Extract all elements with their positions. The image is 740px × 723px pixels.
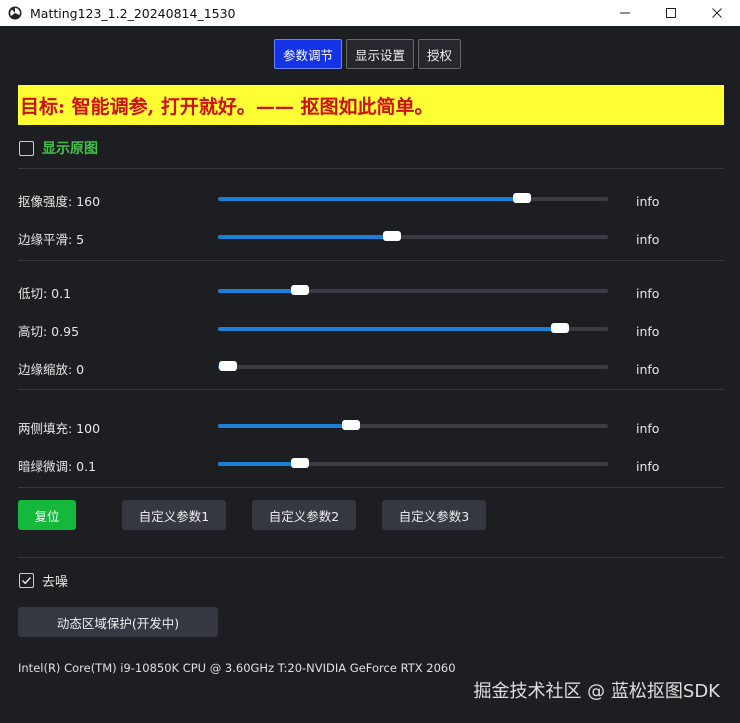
minimize-button[interactable]: [602, 0, 648, 26]
slider-label: 边缘平滑: 5: [18, 232, 85, 247]
slider-row-dark-green-tune: 暗绿微调: 0.1 info: [18, 452, 724, 476]
tab-display-settings[interactable]: 显示设置: [346, 39, 415, 69]
slider-fill: [218, 235, 392, 239]
slider-fill: [218, 289, 300, 293]
slider-row-edge-scale: 边缘缩放: 0 info: [18, 355, 724, 379]
custom-params-2-button[interactable]: 自定义参数2: [252, 500, 356, 530]
slider-thumb[interactable]: [513, 193, 532, 203]
denoise-label: 去噪: [42, 575, 69, 590]
maximize-icon: [666, 8, 676, 18]
slider-row-side-fill: 两侧填充: 100 info: [18, 414, 724, 438]
slider-thumb[interactable]: [382, 231, 401, 241]
slider-fill: [218, 424, 351, 428]
info-link[interactable]: info: [636, 232, 659, 247]
show-original-toggle[interactable]: 显示原图: [19, 138, 98, 158]
slider-track[interactable]: [218, 231, 608, 241]
slider-fill: [218, 197, 523, 201]
divider: [18, 557, 724, 558]
window-title: Matting123_1.2_20240814_1530: [30, 5, 236, 21]
slider-thumb[interactable]: [551, 323, 570, 333]
checkmark-icon: [22, 577, 32, 585]
dynamic-region-protect-button[interactable]: 动态区域保护(开发中): [18, 607, 218, 637]
divider: [18, 168, 724, 169]
tab-license[interactable]: 授权: [418, 39, 462, 69]
title-bar: Matting123_1.2_20240814_1530: [0, 0, 740, 26]
slider-label: 两侧填充: 100: [18, 421, 101, 436]
tab-bar: 参数调节 显示设置 授权: [274, 39, 462, 69]
custom-params-1-button[interactable]: 自定义参数1: [122, 500, 226, 530]
slider-row-keying-strength: 抠像强度: 160 info: [18, 187, 724, 211]
info-link[interactable]: info: [636, 362, 659, 377]
slider-thumb[interactable]: [290, 458, 309, 468]
close-button[interactable]: [694, 0, 740, 26]
close-icon: [712, 8, 722, 18]
slider-thumb[interactable]: [218, 361, 237, 371]
slider-label: 低切: 0.1: [18, 286, 72, 301]
slider-track[interactable]: [218, 420, 608, 430]
slider-track[interactable]: [218, 193, 608, 203]
app-icon: [8, 6, 22, 20]
denoise-toggle[interactable]: 去噪: [19, 571, 68, 590]
slider-label: 暗绿微调: 0.1: [18, 459, 97, 474]
slider-label: 边缘缩放: 0: [18, 362, 85, 377]
slider-track[interactable]: [218, 361, 608, 371]
divider: [18, 487, 724, 488]
goal-banner: 目标: 智能调参, 打开就好。—— 抠图如此简单。: [18, 85, 724, 125]
show-original-label: 显示原图: [42, 141, 98, 157]
show-original-checkbox[interactable]: [19, 140, 34, 156]
divider: [18, 389, 724, 390]
slider-row-low-cut: 低切: 0.1 info: [18, 279, 724, 303]
slider-thumb[interactable]: [290, 285, 309, 295]
slider-row-edge-smooth: 边缘平滑: 5 info: [18, 225, 724, 249]
minimize-icon: [620, 12, 630, 14]
info-link[interactable]: info: [636, 194, 659, 209]
custom-params-3-button[interactable]: 自定义参数3: [382, 500, 486, 530]
info-link[interactable]: info: [636, 324, 659, 339]
maximize-button[interactable]: [648, 0, 694, 26]
info-link[interactable]: info: [636, 286, 659, 301]
reset-button[interactable]: 复位: [18, 500, 76, 530]
slider-fill: [218, 327, 561, 331]
system-info: Intel(R) Core(TM) i9-10850K CPU @ 3.60GH…: [18, 661, 456, 675]
watermark: 掘金技术社区 @ 蓝松抠图SDK: [473, 681, 720, 702]
tab-params[interactable]: 参数调节: [274, 39, 343, 69]
slider-track[interactable]: [218, 285, 608, 295]
slider-label: 高切: 0.95: [18, 324, 80, 339]
divider: [18, 260, 724, 261]
slider-fill: [218, 462, 300, 466]
denoise-checkbox[interactable]: [19, 573, 34, 588]
slider-track[interactable]: [218, 458, 608, 468]
info-link[interactable]: info: [636, 459, 659, 474]
slider-thumb[interactable]: [341, 420, 360, 430]
slider-track[interactable]: [218, 323, 608, 333]
info-link[interactable]: info: [636, 421, 659, 436]
slider-row-high-cut: 高切: 0.95 info: [18, 317, 724, 341]
slider-label: 抠像强度: 160: [18, 194, 101, 209]
